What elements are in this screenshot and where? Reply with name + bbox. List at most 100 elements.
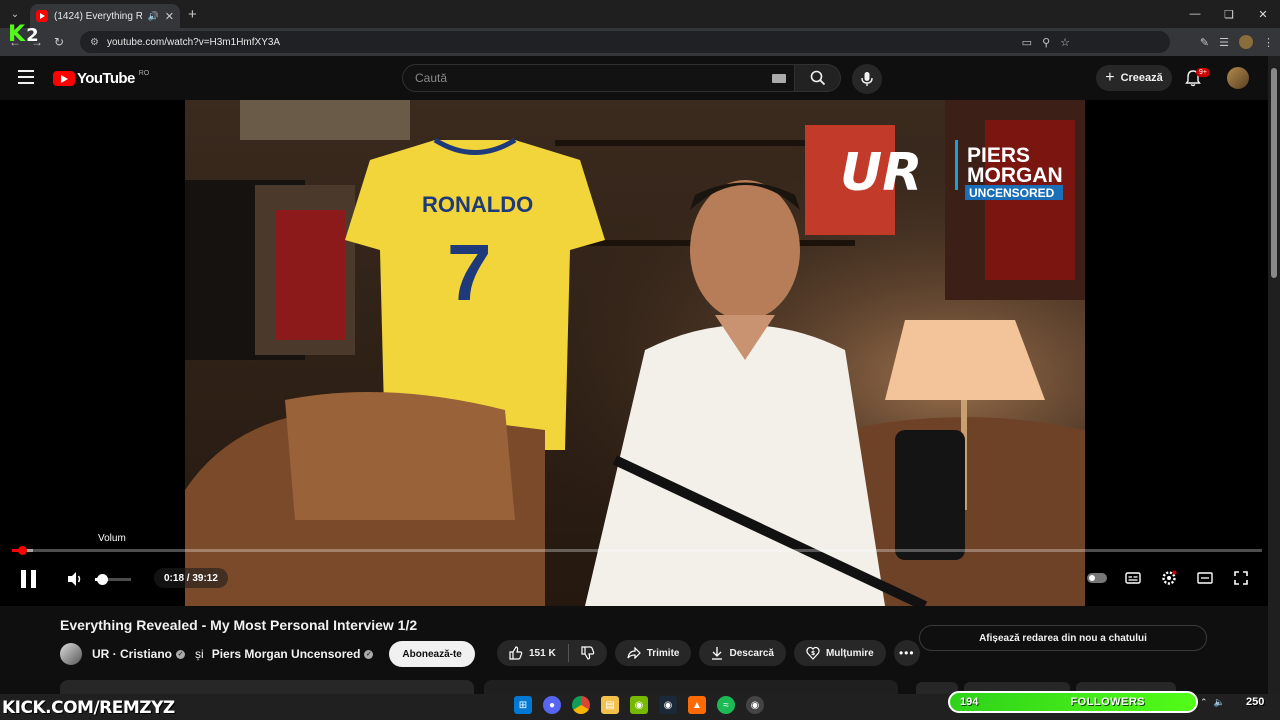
subtitles-icon[interactable] bbox=[1122, 568, 1144, 588]
settings-gear-icon[interactable] bbox=[1158, 568, 1180, 588]
steam-icon[interactable]: ◉ bbox=[659, 696, 677, 714]
volume-icon[interactable] bbox=[66, 570, 84, 588]
volume-knob[interactable] bbox=[97, 574, 109, 585]
like-button[interactable]: 151 K bbox=[497, 640, 568, 666]
download-icon bbox=[712, 647, 723, 660]
pause-button[interactable] bbox=[21, 570, 37, 588]
system-tray: ⌃ 🔈 bbox=[1200, 697, 1225, 708]
window-controls: — ❏ ✕ bbox=[1178, 0, 1280, 28]
search-button[interactable] bbox=[795, 64, 841, 92]
extensions-icon[interactable]: ✎ bbox=[1200, 36, 1209, 49]
like-dislike-group: 151 K bbox=[497, 640, 607, 666]
fullscreen-icon[interactable] bbox=[1230, 568, 1252, 588]
notification-badge: 9+ bbox=[1196, 68, 1210, 77]
thumbs-up-icon bbox=[509, 646, 523, 660]
video-title: Everything Revealed - My Most Personal I… bbox=[60, 617, 418, 633]
nvidia-icon[interactable]: ◉ bbox=[630, 696, 648, 714]
jersey-name: RONALDO bbox=[422, 192, 533, 217]
voice-search-button[interactable] bbox=[852, 64, 882, 94]
like-count: 151 K bbox=[529, 647, 556, 659]
menu-icon[interactable] bbox=[18, 70, 34, 84]
profile-avatar[interactable] bbox=[1239, 35, 1253, 49]
thanks-heart-dollar-icon: $ bbox=[806, 646, 820, 660]
kick-k2-logo: K2 bbox=[8, 22, 39, 47]
tray-arrow-icon[interactable]: ⌃ bbox=[1200, 697, 1208, 708]
create-button[interactable]: + Creează bbox=[1096, 65, 1172, 91]
time-display: 0:18 / 39:12 bbox=[154, 568, 228, 588]
comments-preview[interactable] bbox=[484, 680, 898, 694]
reload-button[interactable]: ↻ bbox=[48, 31, 70, 53]
volume-slider[interactable] bbox=[95, 574, 131, 585]
plus-icon: + bbox=[1105, 69, 1115, 86]
download-label: Descarcă bbox=[729, 647, 774, 659]
youtube-header: YouTube RO Caută + Creează 9+ bbox=[0, 56, 1268, 100]
channel-b-name[interactable]: Piers Morgan Uncensored bbox=[212, 647, 361, 661]
restore-button[interactable]: ❏ bbox=[1212, 0, 1246, 28]
speaker-icon[interactable]: 🔈 bbox=[1214, 697, 1225, 708]
reading-list-icon[interactable]: ☰ bbox=[1219, 36, 1229, 49]
close-window-button[interactable]: ✕ bbox=[1246, 0, 1280, 28]
url-field[interactable]: ⚙ youtube.com/watch?v=H3m1HmfXY3A ▭ ⚲ ☆ bbox=[80, 31, 1170, 53]
youtube-logo[interactable]: YouTube RO bbox=[53, 70, 149, 87]
tab-close-icon[interactable]: ✕ bbox=[165, 10, 174, 23]
description-box[interactable] bbox=[60, 680, 474, 694]
youtube-wordmark: YouTube bbox=[77, 70, 135, 87]
followers-count: 194 bbox=[960, 696, 979, 708]
scrollbar-thumb[interactable] bbox=[1271, 68, 1277, 278]
share-button[interactable]: Trimite bbox=[614, 640, 692, 666]
channel-avatar[interactable] bbox=[60, 643, 82, 665]
youtube-favicon-icon bbox=[36, 10, 48, 22]
scrubber-handle[interactable] bbox=[17, 546, 27, 555]
region-code: RO bbox=[138, 70, 150, 77]
thumbs-down-icon bbox=[581, 646, 594, 660]
autoplay-icon bbox=[1087, 573, 1107, 583]
kick-channel-url: KICK.COM/REMZYZ bbox=[2, 698, 175, 718]
verified-icon: ✓ bbox=[176, 649, 186, 659]
volume-tooltip: Volum bbox=[98, 533, 126, 544]
theater-mode-icon[interactable] bbox=[1194, 568, 1216, 588]
discord-icon[interactable]: ● bbox=[543, 696, 561, 714]
zoom-icon[interactable]: ⚲ bbox=[1042, 36, 1050, 49]
browser-tab-bar: ⌄ (1424) Everything Revealed 🔊 ✕ + — ❏ ✕ bbox=[0, 0, 1280, 28]
player-controls: 0:18 / 39:12 bbox=[0, 560, 1268, 596]
tab-audio-icon[interactable]: 🔊 bbox=[148, 11, 159, 22]
obs-icon[interactable]: ◉ bbox=[746, 696, 764, 714]
chrome-icon[interactable] bbox=[572, 696, 590, 714]
share-label: Trimite bbox=[646, 647, 680, 659]
account-avatar[interactable] bbox=[1227, 67, 1249, 89]
file-explorer-icon[interactable]: ▤ bbox=[601, 696, 619, 714]
thanks-button[interactable]: $ Mulțumire bbox=[793, 640, 886, 666]
channel-names[interactable]: UR · Cristiano ✓ și Piers Morgan Uncenso… bbox=[92, 647, 375, 661]
video-still: UR PIERS MORGAN UNCENSORED RONALDO 7 bbox=[185, 100, 1085, 606]
video-player[interactable]: UR PIERS MORGAN UNCENSORED RONALDO 7 bbox=[0, 100, 1268, 606]
minimize-button[interactable]: — bbox=[1178, 0, 1212, 28]
more-actions-icon[interactable]: ••• bbox=[893, 640, 920, 666]
browser-tab[interactable]: (1424) Everything Revealed 🔊 ✕ bbox=[30, 4, 180, 28]
page-scrollbar[interactable] bbox=[1268, 56, 1280, 694]
url-text: youtube.com/watch?v=H3m1HmfXY3A bbox=[106, 36, 281, 48]
youtube-play-icon bbox=[53, 71, 75, 86]
share-arrow-icon bbox=[627, 647, 641, 659]
cast-icon[interactable]: ▭ bbox=[1022, 36, 1032, 49]
new-tab-button[interactable]: + bbox=[188, 6, 197, 23]
verified-icon: ✓ bbox=[364, 649, 374, 659]
search-placeholder: Caută bbox=[415, 71, 448, 85]
search-input[interactable]: Caută bbox=[402, 64, 795, 92]
autoplay-toggle[interactable] bbox=[1086, 568, 1108, 588]
k2-number: 2 bbox=[26, 25, 38, 46]
channel-a-name[interactable]: UR · Cristiano bbox=[92, 647, 172, 661]
show-chat-replay-button[interactable]: Afișează redarea din nou a chatului bbox=[919, 625, 1207, 651]
subscribe-button[interactable]: Abonează-te bbox=[389, 641, 475, 667]
dislike-button[interactable] bbox=[569, 640, 607, 666]
site-info-icon[interactable]: ⚙ bbox=[90, 37, 99, 48]
browser-menu-icon[interactable]: ⋮ bbox=[1263, 36, 1274, 49]
keyboard-icon[interactable] bbox=[772, 74, 786, 83]
download-button[interactable]: Descarcă bbox=[699, 640, 786, 666]
bookmark-star-icon[interactable]: ☆ bbox=[1060, 36, 1070, 49]
progress-bar[interactable] bbox=[12, 546, 1262, 555]
thanks-label: Mulțumire bbox=[825, 647, 874, 659]
windows-start-icon[interactable]: ⊞ bbox=[514, 696, 532, 714]
spotify-icon[interactable]: ≈ bbox=[717, 696, 735, 714]
video-frame[interactable]: UR PIERS MORGAN UNCENSORED RONALDO 7 bbox=[185, 100, 1085, 606]
app-orange-icon[interactable]: ▲ bbox=[688, 696, 706, 714]
